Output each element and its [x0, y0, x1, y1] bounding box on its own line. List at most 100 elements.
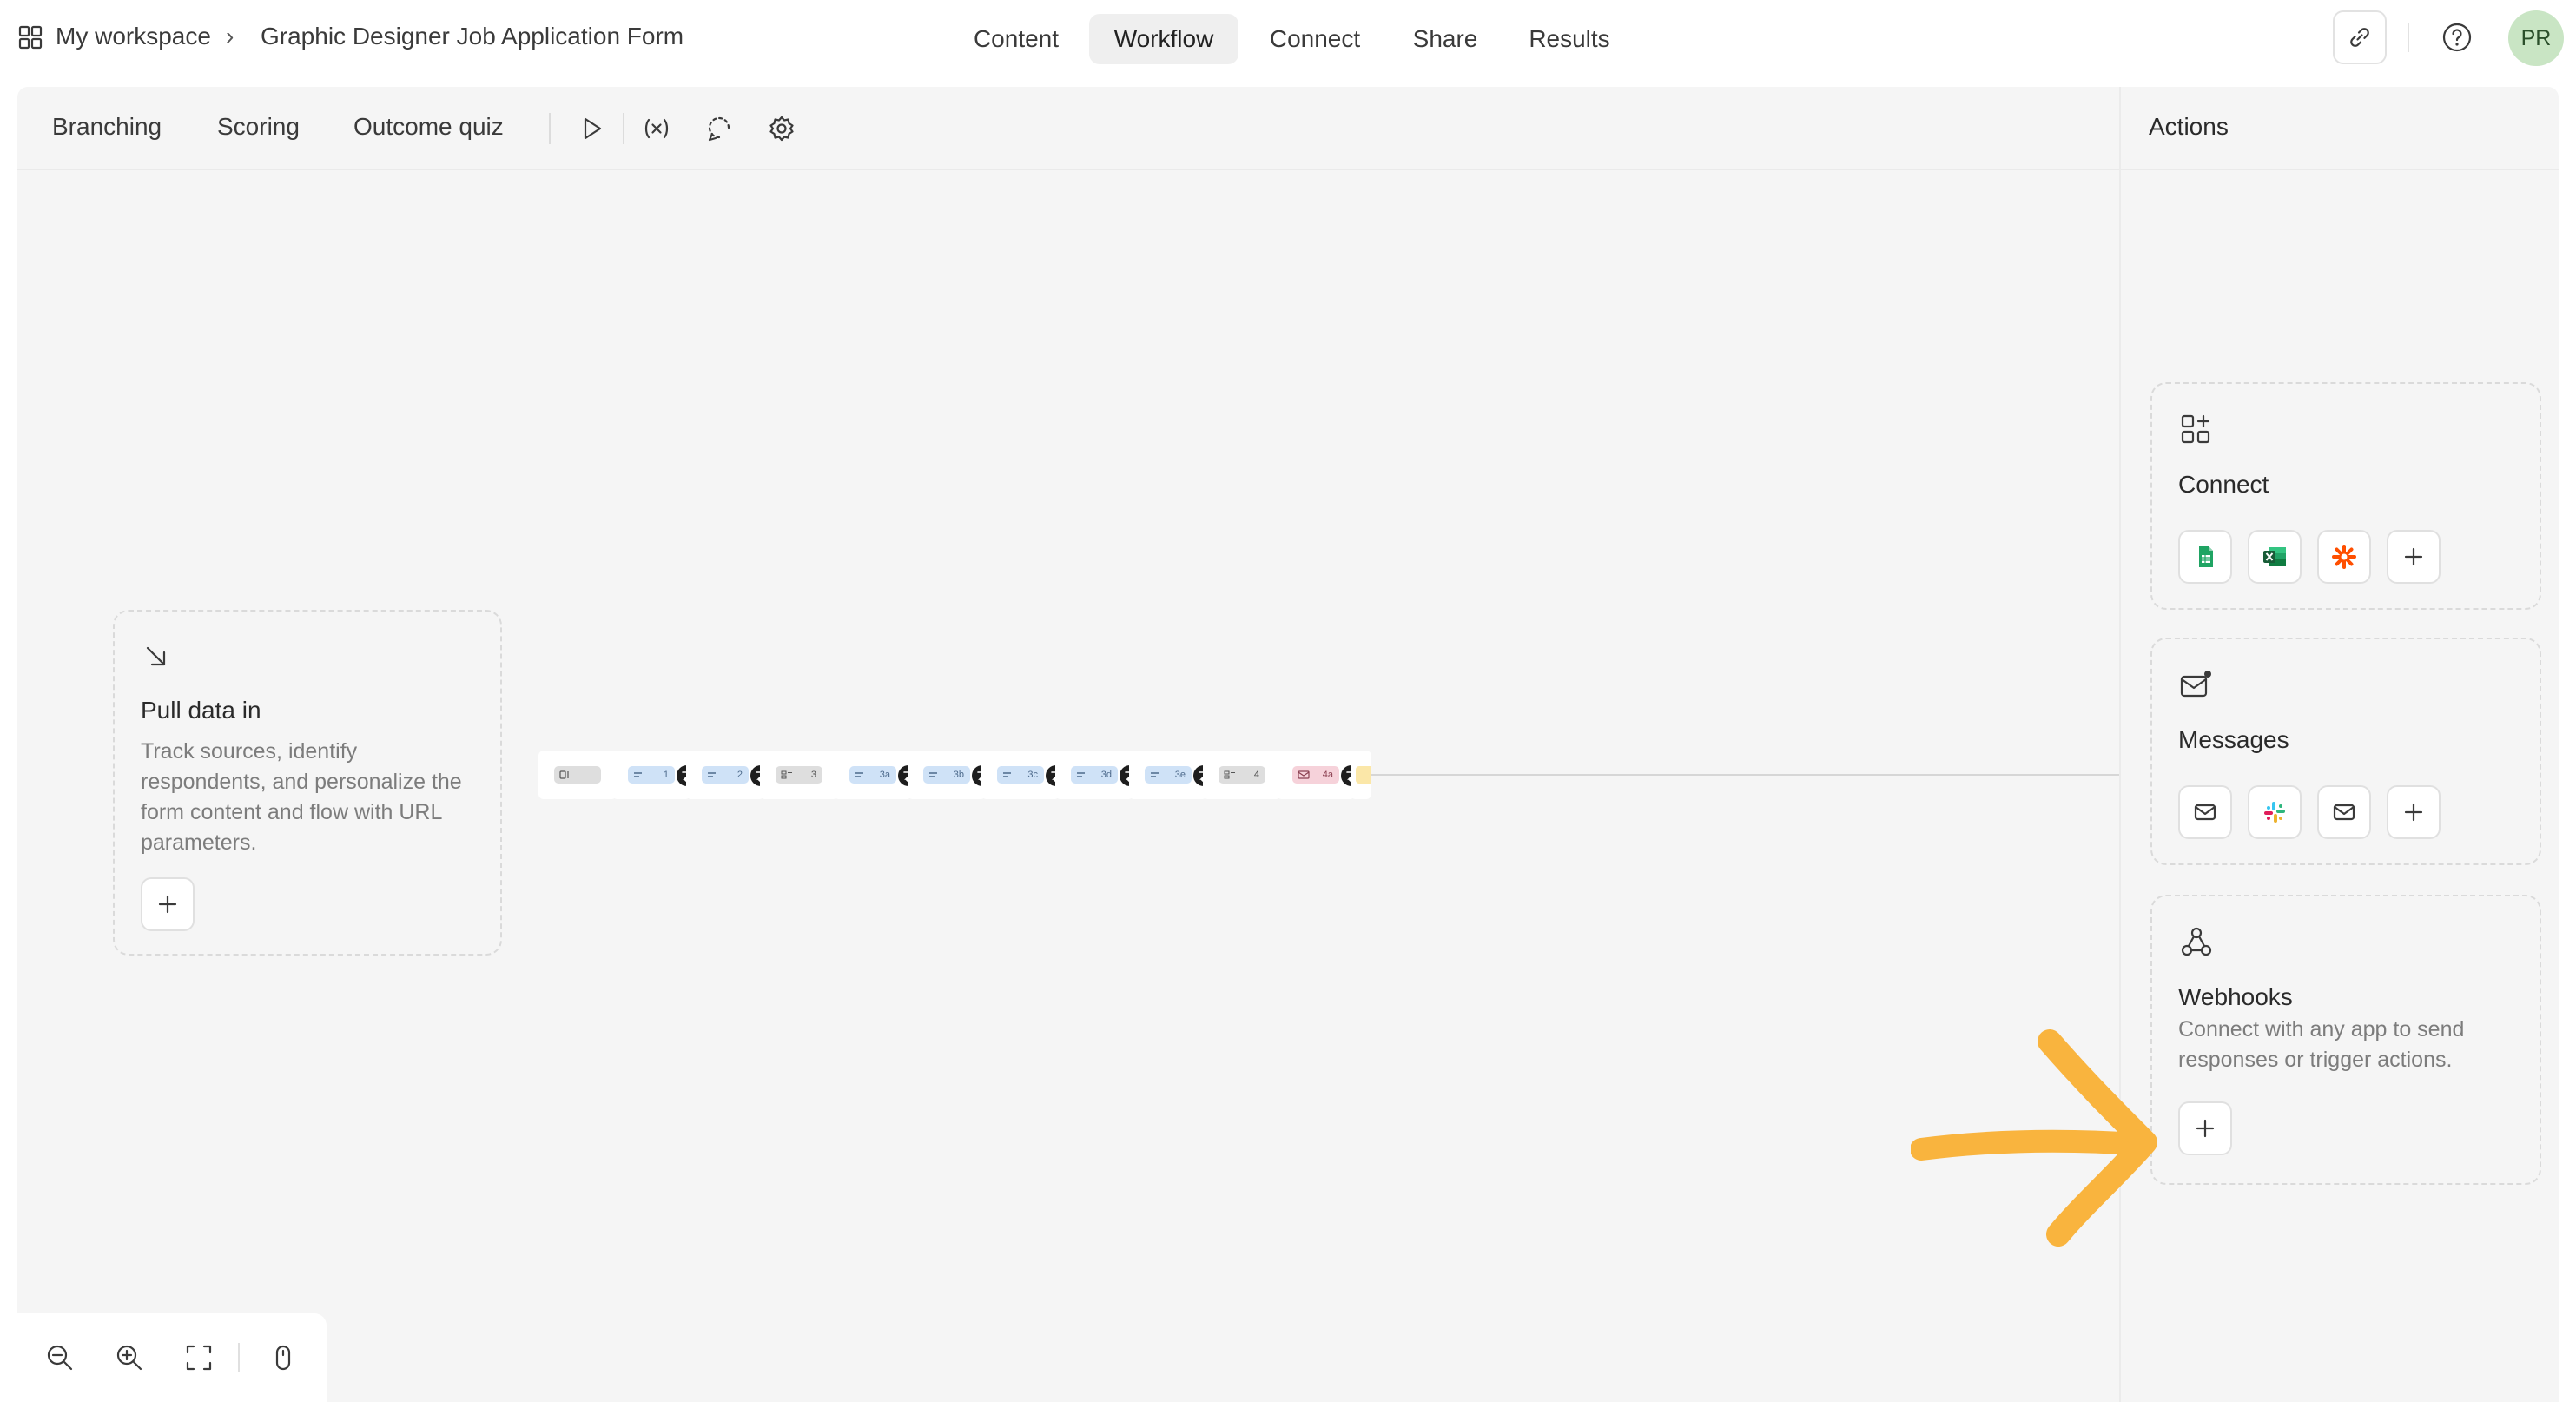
- arrow-down-right-icon: [146, 646, 166, 666]
- flow-node-3e[interactable]: 3e: [1129, 751, 1214, 799]
- avatar[interactable]: PR: [2508, 10, 2564, 66]
- plus-icon: [2196, 1119, 2215, 1138]
- loop-icon[interactable]: [702, 111, 736, 146]
- settings-icon[interactable]: [764, 111, 799, 146]
- header-divider: [2408, 23, 2409, 52]
- top-bar: My workspace › Graphic Designer Job Appl…: [0, 0, 2576, 76]
- integrations-icon: [2181, 414, 2210, 444]
- help-icon[interactable]: [2441, 21, 2474, 54]
- flow-node-pill: 3: [776, 766, 822, 784]
- zoom-in-icon[interactable]: [113, 1341, 146, 1374]
- partial-node-pill: [1356, 766, 1371, 784]
- zoom-controls: [17, 1313, 327, 1402]
- add-connection-button[interactable]: [2387, 530, 2441, 584]
- flow-node-1[interactable]: 1: [612, 751, 697, 799]
- google-sheets-button[interactable]: [2178, 530, 2232, 584]
- zoom-divider: [238, 1343, 240, 1372]
- toolbar-divider: [549, 113, 551, 144]
- variables-icon[interactable]: [639, 111, 674, 146]
- tab-content[interactable]: Content: [954, 14, 1079, 64]
- zoom-out-icon[interactable]: [43, 1341, 76, 1374]
- mail-notification-icon: [2180, 671, 2211, 698]
- flow-node-pill: 3c: [997, 766, 1044, 784]
- pull-data-description: Track sources, identify respondents, and…: [141, 739, 462, 855]
- tab-workflow[interactable]: Workflow: [1089, 14, 1238, 64]
- workflow-toolbar: Branching Scoring Outcome quiz: [17, 87, 2119, 170]
- flow-node-welcome[interactable]: [538, 751, 617, 799]
- copy-link-button[interactable]: [2333, 10, 2387, 64]
- actions-panel: Actions Connect Messages Webhooks Connec…: [2119, 87, 2559, 1402]
- flow-node-label: 4: [1253, 770, 1259, 780]
- flow-node-pill: 3a: [849, 766, 896, 784]
- flow-node-3[interactable]: 3: [760, 751, 838, 799]
- flow-node-pill: 4: [1219, 766, 1265, 784]
- zapier-button[interactable]: [2317, 530, 2371, 584]
- breadcrumb-workspace[interactable]: My workspace: [56, 23, 211, 50]
- flow-node-partial[interactable]: [1351, 751, 1371, 799]
- tab-share[interactable]: Share: [1390, 14, 1501, 64]
- flow-node-label: 4a: [1322, 770, 1333, 780]
- flow-node-label: 3b: [953, 770, 964, 780]
- flow-node-3d[interactable]: 3d: [1055, 751, 1140, 799]
- connect-title: Connect: [2178, 471, 2269, 498]
- messages-card: Messages: [2150, 638, 2541, 865]
- flow-node-pill: 3d: [1071, 766, 1118, 784]
- google-sheets-icon: [2199, 546, 2213, 567]
- flow-node-2[interactable]: 2: [686, 751, 771, 799]
- pull-data-card: Pull data in Track sources, identify res…: [113, 610, 502, 956]
- tab-results[interactable]: Results: [1511, 14, 1628, 64]
- email-notification-button[interactable]: [2178, 785, 2232, 839]
- add-url-parameter-button[interactable]: [141, 877, 195, 931]
- mouse-icon[interactable]: [267, 1341, 300, 1374]
- workspace-grid-icon[interactable]: [17, 24, 43, 50]
- webhooks-description: Connect with any app to send responses o…: [2178, 1017, 2465, 1072]
- flow-node-4a[interactable]: 4a: [1277, 751, 1362, 799]
- link-icon: [2350, 28, 2369, 47]
- tab-branching[interactable]: Branching: [52, 113, 162, 141]
- email-icon: [2333, 804, 2355, 821]
- tab-scoring[interactable]: Scoring: [217, 113, 300, 141]
- actions-header: Actions: [2121, 87, 2559, 170]
- email-respondent-button[interactable]: [2317, 785, 2371, 839]
- add-webhook-button[interactable]: [2178, 1101, 2232, 1155]
- plus-icon: [2404, 547, 2423, 566]
- fit-to-screen-icon[interactable]: [182, 1341, 215, 1374]
- flow-node-label: 2: [736, 770, 743, 780]
- excel-button[interactable]: [2248, 530, 2302, 584]
- webhooks-title: Webhooks: [2178, 983, 2293, 1010]
- highlight-arrow: [1911, 1029, 2157, 1247]
- flow-node-pill: [554, 766, 601, 784]
- email-icon: [2194, 804, 2216, 821]
- flow-node-3b[interactable]: 3b: [908, 751, 993, 799]
- connect-card: Connect: [2150, 382, 2541, 610]
- flow-node-pill: 1: [628, 766, 675, 784]
- plus-icon: [2404, 803, 2423, 822]
- add-message-button[interactable]: [2387, 785, 2441, 839]
- zapier-icon: [2332, 545, 2356, 569]
- flow-node-4[interactable]: 4: [1203, 751, 1281, 799]
- form-title[interactable]: Graphic Designer Job Application Form: [261, 23, 684, 50]
- tab-connect[interactable]: Connect: [1251, 14, 1379, 64]
- messages-title: Messages: [2178, 726, 2289, 753]
- excel-icon: [2263, 547, 2286, 566]
- flow-node-3a[interactable]: 3a: [834, 751, 919, 799]
- flow-node-label: 3: [810, 770, 816, 780]
- pull-data-title: Pull data in: [141, 697, 261, 724]
- flow-node-label: 3e: [1174, 770, 1186, 780]
- slack-icon: [2264, 802, 2285, 823]
- flow-node-label: 3c: [1027, 770, 1038, 780]
- actions-title: Actions: [2149, 113, 2229, 140]
- workflow-canvas[interactable]: Branching Scoring Outcome quiz Pull data…: [17, 87, 2119, 1402]
- play-icon[interactable]: [574, 111, 609, 146]
- webhooks-card: Webhooks Connect with any app to send re…: [2150, 895, 2541, 1185]
- slack-button[interactable]: [2248, 785, 2302, 839]
- flow-node-pill: 3b: [923, 766, 970, 784]
- toolbar-divider: [623, 113, 624, 144]
- flow-node-3c[interactable]: 3c: [981, 751, 1067, 799]
- plus-icon: [158, 895, 177, 914]
- tab-outcome-quiz[interactable]: Outcome quiz: [353, 113, 504, 141]
- flow-node-label: 1: [663, 770, 669, 780]
- breadcrumb-separator: ›: [226, 23, 234, 50]
- flow-node-pill: 3e: [1145, 766, 1192, 784]
- flow-node-pill: 2: [702, 766, 749, 784]
